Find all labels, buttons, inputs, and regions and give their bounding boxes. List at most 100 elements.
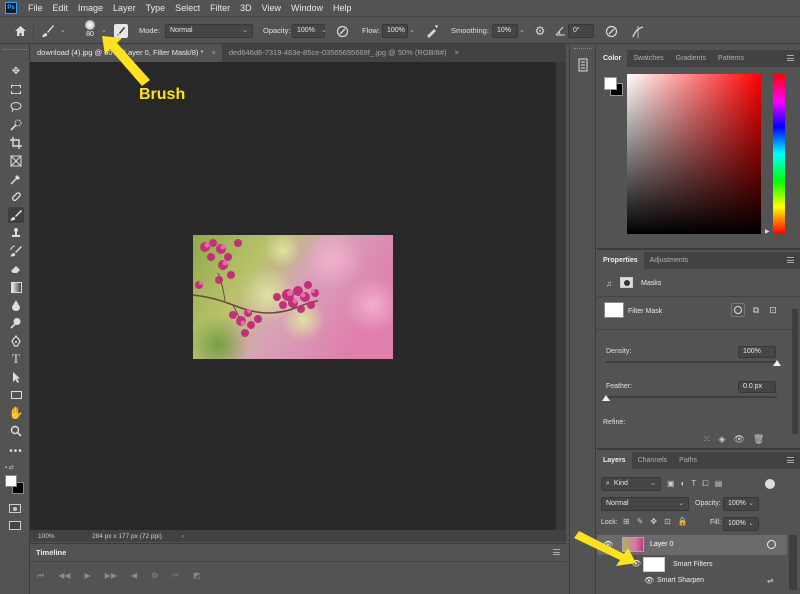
foreground-color-swatch[interactable] <box>5 475 17 487</box>
filter-pixel-icon[interactable]: ▣ <box>667 479 675 489</box>
filter-mask-thumbnail[interactable] <box>604 302 624 318</box>
split-scissors-icon[interactable]: ✂ <box>172 571 179 581</box>
canvas-vertical-scrollbar[interactable] <box>556 62 566 530</box>
previous-frame-icon[interactable]: ◀◀ <box>58 571 70 581</box>
clone-stamp-tool-icon[interactable] <box>8 225 24 241</box>
blur-tool-icon[interactable] <box>8 297 24 313</box>
layers-scrollbar[interactable] <box>789 535 797 590</box>
menu-3d[interactable]: 3D <box>235 0 257 16</box>
filter-kind-dropdown[interactable]: ⌕ Kind ⌄ <box>601 477 661 491</box>
select-pixel-mask-icon[interactable]: ⊡ <box>766 303 780 317</box>
tab-channels[interactable]: Channels <box>632 452 674 469</box>
quick-mask-icon[interactable] <box>9 504 21 513</box>
history-brush-tool-icon[interactable] <box>8 243 24 259</box>
document-canvas[interactable]: Brush <box>30 36 556 530</box>
filter-type-icon[interactable]: T <box>691 479 696 489</box>
menu-edit[interactable]: Edit <box>48 0 74 16</box>
panel-menu-icon[interactable] <box>787 457 794 463</box>
crop-tool-icon[interactable] <box>8 135 24 151</box>
lock-image-icon[interactable]: ✎ <box>637 517 644 526</box>
menu-image[interactable]: Image <box>73 0 108 16</box>
chevron-down-icon[interactable]: ⌄ <box>60 26 66 34</box>
zoom-level[interactable]: 100% <box>38 533 78 540</box>
zoom-tool-icon[interactable] <box>8 423 24 439</box>
hue-slider[interactable] <box>773 74 785 234</box>
menu-help[interactable]: Help <box>328 0 357 16</box>
home-icon[interactable] <box>12 23 28 39</box>
visibility-eye-icon[interactable]: 👁 <box>733 434 744 445</box>
eraser-tool-icon[interactable] <box>8 261 24 277</box>
lock-all-icon[interactable]: 🔒 <box>678 517 688 526</box>
trash-icon[interactable]: 🗑 <box>753 434 764 445</box>
pressure-opacity-icon[interactable] <box>335 24 350 39</box>
menu-window[interactable]: Window <box>286 0 328 16</box>
angle-input[interactable]: 0° <box>568 24 594 38</box>
frame-tool-icon[interactable] <box>8 153 24 169</box>
tab-adjustments[interactable]: Adjustments <box>644 252 695 269</box>
symmetry-icon[interactable] <box>630 24 645 39</box>
dodge-tool-icon[interactable] <box>8 315 24 331</box>
lock-artboard-icon[interactable]: ⊡ <box>664 517 671 526</box>
pen-tool-icon[interactable] <box>8 333 24 349</box>
flow-input[interactable]: 100% <box>382 24 408 38</box>
menu-select[interactable]: Select <box>170 0 205 16</box>
menu-layer[interactable]: Layer <box>108 0 141 16</box>
marquee-tool-icon[interactable] <box>8 81 24 97</box>
smart-filter-mask-thumbnail[interactable] <box>643 557 665 572</box>
lasso-tool-icon[interactable] <box>8 99 24 115</box>
panel-menu-icon[interactable] <box>787 55 794 61</box>
gradient-tool-icon[interactable] <box>8 279 24 295</box>
airbrush-icon[interactable] <box>424 24 439 39</box>
brush-tool-icon[interactable] <box>8 207 24 223</box>
swap-colors-icon[interactable]: ▪ ⇄ <box>5 464 25 471</box>
chevron-down-icon[interactable]: ⌄ <box>519 26 525 34</box>
filter-blending-options-icon[interactable]: ⇌ <box>767 576 774 585</box>
status-expand-icon[interactable]: › <box>182 533 184 540</box>
feather-input[interactable]: 0.0 px <box>738 381 776 393</box>
filter-shape-icon[interactable]: ⧠ <box>702 479 708 489</box>
healing-brush-tool-icon[interactable] <box>8 189 24 205</box>
menu-file[interactable]: File <box>23 0 48 16</box>
tab-gradients[interactable]: Gradients <box>670 50 712 67</box>
blend-mode-dropdown[interactable]: Normal ⌄ <box>601 497 689 511</box>
tab-swatches[interactable]: Swatches <box>627 50 669 67</box>
close-icon[interactable]: × <box>211 44 215 62</box>
quick-selection-tool-icon[interactable] <box>8 117 24 133</box>
properties-scrollbar[interactable] <box>792 309 798 434</box>
type-tool-icon[interactable]: T <box>8 351 24 367</box>
eyedropper-tool-icon[interactable] <box>8 171 24 187</box>
chevron-down-icon[interactable]: ⌄ <box>321 26 327 34</box>
path-selection-tool-icon[interactable] <box>8 369 24 385</box>
chevron-down-icon[interactable]: ⌄ <box>409 26 415 34</box>
apply-mask-icon[interactable]: ◈ <box>719 434 726 445</box>
feather-slider[interactable] <box>602 395 777 401</box>
transition-icon[interactable]: ◩ <box>193 571 201 581</box>
color-picker-field[interactable] <box>627 74 761 234</box>
gear-icon[interactable]: ⚙ <box>533 24 547 38</box>
feather-slider-thumb[interactable] <box>602 395 610 401</box>
mode-dropdown[interactable]: Normal ⌄ <box>165 24 253 38</box>
hand-tool-icon[interactable]: ✋ <box>8 405 24 421</box>
foreground-color-chip[interactable] <box>604 77 617 90</box>
more-tools-icon[interactable]: ••• <box>8 443 24 459</box>
tab-paths[interactable]: Paths <box>673 452 703 469</box>
go-to-first-frame-icon[interactable]: ⏮ <box>37 571 44 581</box>
move-tool-icon[interactable]: ✥ <box>8 63 24 79</box>
settings-icon[interactable]: ⚙ <box>151 571 158 581</box>
tab-color[interactable]: Color <box>597 50 628 67</box>
add-vector-mask-icon[interactable]: ⧉ <box>749 303 763 317</box>
next-frame-icon[interactable]: ▶▶ <box>105 571 117 581</box>
lock-position-icon[interactable]: ✥ <box>650 517 657 526</box>
audio-icon[interactable]: ◀ <box>131 571 137 581</box>
flower-photo[interactable] <box>193 235 393 359</box>
layer-opacity-input[interactable]: 100% ⌄ <box>723 497 759 511</box>
play-icon[interactable]: ▶ <box>85 571 91 581</box>
visibility-eye-icon[interactable]: 👁 <box>644 576 654 585</box>
menu-type[interactable]: Type <box>141 0 171 16</box>
density-input[interactable]: 100% <box>738 346 776 358</box>
filter-adjustment-icon[interactable]: ◐ <box>681 479 686 489</box>
tab-document-2[interactable]: ded646d6-7319-483e-85ce-03565695669f_.jp… <box>222 44 465 62</box>
close-icon[interactable]: × <box>455 44 459 62</box>
rectangle-tool-icon[interactable] <box>8 387 24 403</box>
panel-menu-icon[interactable] <box>553 549 560 555</box>
